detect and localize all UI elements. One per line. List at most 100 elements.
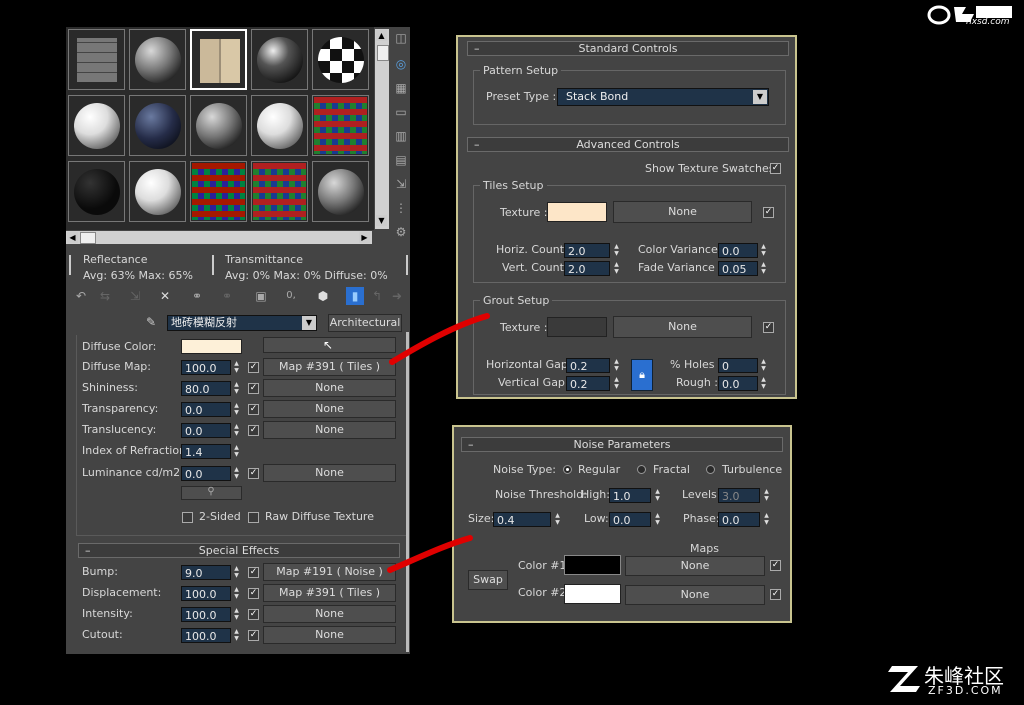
levels-field[interactable]: 3.0	[718, 488, 760, 503]
regular-radio[interactable]	[563, 465, 572, 474]
material-slot-black-sphere[interactable]	[68, 161, 125, 222]
intensity-map-button[interactable]: None	[263, 605, 396, 623]
bump-spinner-icon[interactable]: ▲ ▼	[232, 565, 241, 580]
size-spinner-icon[interactable]: ▲ ▼	[553, 512, 562, 527]
holes-field[interactable]: 0	[718, 358, 758, 373]
material-slot-navy-sphere[interactable]	[129, 95, 186, 156]
show-map-icon[interactable]: ⬢	[314, 287, 332, 305]
material-slot-white-sphere[interactable]	[68, 95, 125, 156]
slots-hscrollbar[interactable]: ◀ ▶	[66, 231, 372, 244]
material-slot-light-sphere[interactable]	[251, 95, 308, 156]
transparency-field[interactable]: 0.0	[181, 402, 231, 417]
slots-vscrollbar[interactable]: ▲ ▼	[375, 29, 389, 229]
gap-lock-button[interactable]: 🔒︎	[631, 359, 653, 391]
tiles-texture-map-button[interactable]: None	[613, 201, 752, 223]
options-icon[interactable]: ⇲	[392, 175, 410, 193]
show-end-result-icon[interactable]: ▮	[346, 287, 364, 305]
color-variance-spinner-icon[interactable]: ▲ ▼	[759, 243, 768, 258]
color2-swatch[interactable]	[564, 584, 621, 604]
diffuse-map-map-checkbox[interactable]: ✓	[248, 362, 259, 373]
translucency-map-button[interactable]: None	[263, 421, 396, 439]
transparency-map-checkbox[interactable]: ✓	[248, 404, 259, 415]
fade-variance-field[interactable]: 0.05	[718, 261, 758, 276]
background-icon[interactable]: ▦	[392, 79, 410, 97]
material-slot-beige-cube[interactable]	[190, 29, 247, 90]
material-slot-mid-gray-sphere[interactable]	[190, 95, 247, 156]
diffuse-map-field[interactable]: 100.0	[181, 360, 231, 375]
shininess-field[interactable]: 80.0	[181, 381, 231, 396]
horiz-count-field[interactable]: 2.0	[564, 243, 610, 258]
vertical-gap-spinner-icon[interactable]: ▲ ▼	[612, 376, 621, 391]
hscroll-thumb[interactable]	[80, 232, 96, 244]
shininess-map-button[interactable]: None	[263, 379, 396, 397]
luminance-cd-m-map-button[interactable]: None	[263, 464, 396, 482]
size-field[interactable]: 0.4	[493, 512, 551, 527]
material-name-field[interactable]: 地砖模糊反射 ▼	[167, 315, 317, 331]
show-swatches-checkbox[interactable]: ✓	[770, 163, 781, 174]
rollout-scrollbar[interactable]	[406, 332, 409, 652]
tiles-texture-swatch[interactable]	[547, 202, 607, 222]
material-slot-gray-sphere[interactable]	[129, 29, 186, 90]
translucency-field[interactable]: 0.0	[181, 423, 231, 438]
go-to-parent-icon[interactable]: ↰	[368, 287, 386, 305]
vert-count-spinner-icon[interactable]: ▲ ▼	[612, 261, 621, 276]
translucency-map-checkbox[interactable]: ✓	[248, 425, 259, 436]
tiles-texture-checkbox[interactable]: ✓	[763, 207, 774, 218]
grout-texture-swatch[interactable]	[547, 317, 607, 337]
rough-spinner-icon[interactable]: ▲ ▼	[759, 376, 768, 391]
special-effects-header[interactable]: – Special Effects	[78, 543, 400, 558]
material-navigator-icon[interactable]: ⚙	[392, 223, 410, 241]
shininess-map-checkbox[interactable]: ✓	[248, 383, 259, 394]
phase-spinner-icon[interactable]: ▲ ▼	[762, 512, 771, 527]
material-slot-color-checker-2[interactable]	[251, 161, 308, 222]
reset-map-icon[interactable]: ✕	[156, 287, 174, 305]
sample-type-icon[interactable]: ◫	[392, 29, 410, 47]
vertical-gap-field[interactable]: 0.2	[566, 376, 610, 391]
material-slot-gray-sphere-2[interactable]	[312, 161, 369, 222]
fractal-radio[interactable]	[637, 465, 646, 474]
color1-swatch[interactable]	[564, 555, 621, 575]
get-material-icon[interactable]: ↶	[72, 287, 90, 305]
put-to-scene-icon[interactable]: ⇆	[96, 287, 114, 305]
turbulence-radio[interactable]	[706, 465, 715, 474]
select-by-material-icon[interactable]: ⋮	[392, 199, 410, 217]
displacement-map-button[interactable]: Map #391 ( Tiles )	[263, 584, 396, 602]
video-check-icon[interactable]: ▥	[392, 127, 410, 145]
transparency-spinner-icon[interactable]: ▲ ▼	[232, 402, 241, 417]
swap-button[interactable]: Swap	[468, 570, 508, 590]
bump-field[interactable]: 9.0	[181, 565, 231, 580]
go-forward-icon[interactable]: ➜	[388, 287, 406, 305]
low-spinner-icon[interactable]: ▲ ▼	[653, 512, 662, 527]
cutout-map-button[interactable]: None	[263, 626, 396, 644]
horizontal-gap-field[interactable]: 0.2	[566, 358, 610, 373]
luminance-cd-m-spinner-icon[interactable]: ▲ ▼	[232, 466, 241, 481]
assign-material-icon[interactable]: ⇲	[126, 287, 144, 305]
material-slot-noise-swatch[interactable]	[190, 161, 247, 222]
diffuse-map-spinner-icon[interactable]: ▲ ▼	[232, 360, 241, 375]
color2-checkbox[interactable]: ✓	[770, 589, 781, 600]
rough-field[interactable]: 0.0	[718, 376, 758, 391]
color2-map-button[interactable]: None	[625, 585, 765, 605]
noise-parameters-header[interactable]: – Noise Parameters	[461, 437, 783, 452]
phase-field[interactable]: 0.0	[718, 512, 760, 527]
cutout-field[interactable]: 100.0	[181, 628, 231, 643]
intensity-field[interactable]: 100.0	[181, 607, 231, 622]
diffuse-map-map-button[interactable]: Map #391 ( Tiles )	[263, 358, 396, 376]
index-of-refraction-field[interactable]: 1.4	[181, 444, 231, 459]
preset-type-dropdown[interactable]: Stack Bond ▼	[557, 88, 769, 106]
pick-material-icon[interactable]: ✎	[142, 313, 160, 331]
grout-texture-map-button[interactable]: None	[613, 316, 752, 338]
shininess-spinner-icon[interactable]: ▲ ▼	[232, 381, 241, 396]
standard-controls-header[interactable]: – Standard Controls	[467, 41, 789, 56]
high-spinner-icon[interactable]: ▲ ▼	[653, 488, 662, 503]
displacement-spinner-icon[interactable]: ▲ ▼	[232, 586, 241, 601]
material-slot-white-sphere-2[interactable]	[129, 161, 186, 222]
channel-id-icon[interactable]: 0,	[282, 287, 300, 305]
color1-map-button[interactable]: None	[625, 556, 765, 576]
scroll-left-icon[interactable]: ◀	[67, 232, 78, 243]
material-id-icon[interactable]: ▣	[252, 287, 270, 305]
two-sided-checkbox[interactable]	[182, 512, 193, 523]
horizontal-gap-spinner-icon[interactable]: ▲ ▼	[612, 358, 621, 373]
levels-spinner-icon[interactable]: ▲ ▼	[762, 488, 771, 503]
preset-dropdown-arrow-icon[interactable]: ▼	[753, 90, 767, 104]
